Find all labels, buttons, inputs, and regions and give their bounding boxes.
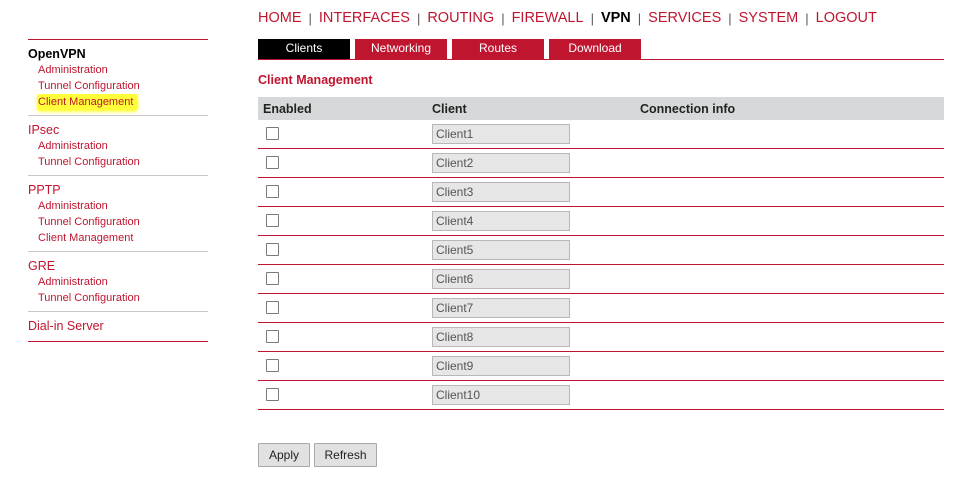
client-name-field[interactable] xyxy=(432,211,570,231)
sidebar-title-openvpn[interactable]: OpenVPN xyxy=(28,46,208,62)
sidebar-item-label: Administration xyxy=(38,200,108,212)
sidebar-item-client-management[interactable]: Client Management xyxy=(28,94,208,110)
sidebar-item-label: Client Management xyxy=(38,232,134,244)
refresh-button[interactable]: Refresh xyxy=(314,443,377,467)
sidebar-title-dial-in-server[interactable]: Dial-in Server xyxy=(28,318,208,334)
tab-clients[interactable]: Clients xyxy=(258,39,350,59)
enabled-checkbox[interactable] xyxy=(266,127,279,140)
column-header-enabled: Enabled xyxy=(263,101,312,116)
sidebar-item-administration[interactable]: Administration xyxy=(28,274,208,290)
enabled-checkbox[interactable] xyxy=(266,272,279,285)
sidebar-group-gre: GRE Administration Tunnel Configuration xyxy=(28,252,208,312)
tab-routes[interactable]: Routes xyxy=(452,39,544,59)
sidebar: OpenVPN Administration Tunnel Configuratio… xyxy=(28,39,208,342)
table-row xyxy=(258,265,944,294)
table-row xyxy=(258,120,944,149)
nav-separator: | xyxy=(728,10,732,26)
sidebar-group-dial-in-server: Dial-in Server xyxy=(28,312,208,342)
sidebar-group-ipsec: IPsec Administration Tunnel Configuration xyxy=(28,116,208,176)
client-name-field[interactable] xyxy=(432,269,570,289)
table-row xyxy=(258,207,944,236)
column-header-connection-info: Connection info xyxy=(640,101,736,116)
sidebar-item-tunnel-configuration[interactable]: Tunnel Configuration xyxy=(28,290,208,306)
sidebar-item-label: Client Management xyxy=(37,94,139,110)
client-name-field[interactable] xyxy=(432,385,570,405)
nav-separator: | xyxy=(590,10,594,26)
nav-link-logout[interactable]: LOGOUT xyxy=(816,10,877,26)
sidebar-title-gre[interactable]: GRE xyxy=(28,258,208,274)
sidebar-item-tunnel-configuration[interactable]: Tunnel Configuration xyxy=(28,214,208,230)
enabled-checkbox[interactable] xyxy=(266,156,279,169)
sidebar-item-label: Tunnel Configuration xyxy=(38,216,140,228)
nav-separator: | xyxy=(501,10,505,26)
sidebar-item-administration[interactable]: Administration xyxy=(28,198,208,214)
column-header-client: Client xyxy=(432,101,467,116)
nav-separator: | xyxy=(416,10,421,26)
client-table: Enabled Client Connection info xyxy=(258,97,944,410)
client-name-field[interactable] xyxy=(432,327,570,347)
client-name-field[interactable] xyxy=(432,153,570,173)
client-name-field[interactable] xyxy=(432,182,570,202)
table-header: Enabled Client Connection info xyxy=(258,97,944,120)
nav-link-services[interactable]: SERVICES xyxy=(648,10,721,26)
apply-button[interactable]: Apply xyxy=(258,443,310,467)
table-row xyxy=(258,178,944,207)
enabled-checkbox[interactable] xyxy=(266,330,279,343)
top-navigation: HOME | INTERFACES | ROUTING | FIREWALL | VPN | SER… xyxy=(258,8,877,28)
enabled-checkbox[interactable] xyxy=(266,185,279,198)
client-name-field[interactable] xyxy=(432,240,570,260)
section-title: Client Management xyxy=(258,73,373,87)
nav-link-vpn[interactable]: VPN xyxy=(601,10,631,26)
nav-link-routing[interactable]: ROUTING xyxy=(427,10,494,26)
table-row xyxy=(258,323,944,352)
sidebar-title-pptp[interactable]: PPTP xyxy=(28,182,208,198)
nav-separator: | xyxy=(805,10,809,26)
enabled-checkbox[interactable] xyxy=(266,243,279,256)
sidebar-item-client-management[interactable]: Client Management xyxy=(28,230,208,246)
sidebar-item-label: Administration xyxy=(38,140,108,152)
sidebar-item-administration[interactable]: Administration xyxy=(28,62,208,78)
enabled-checkbox[interactable] xyxy=(266,359,279,372)
enabled-checkbox[interactable] xyxy=(266,214,279,227)
table-row xyxy=(258,294,944,323)
sidebar-item-administration[interactable]: Administration xyxy=(28,138,208,154)
table-row xyxy=(258,236,944,265)
sidebar-item-tunnel-configuration[interactable]: Tunnel Configuration xyxy=(28,78,208,94)
client-name-field[interactable] xyxy=(432,356,570,376)
tab-download[interactable]: Download xyxy=(549,39,641,59)
sidebar-item-label: Administration xyxy=(38,64,108,76)
nav-link-home[interactable]: HOME xyxy=(258,10,302,26)
sidebar-title-ipsec[interactable]: IPsec xyxy=(28,122,208,138)
table-row xyxy=(258,149,944,178)
client-name-field[interactable] xyxy=(432,298,570,318)
sidebar-item-label: Tunnel Configuration xyxy=(38,80,140,92)
tab-bar: Clients Networking Routes Download xyxy=(258,39,944,60)
nav-link-interfaces[interactable]: INTERFACES xyxy=(319,10,410,26)
nav-link-firewall[interactable]: FIREWALL xyxy=(512,10,584,26)
client-name-field[interactable] xyxy=(432,124,570,144)
table-row xyxy=(258,381,944,410)
table-row xyxy=(258,352,944,381)
sidebar-item-label: Tunnel Configuration xyxy=(38,156,140,168)
nav-separator: | xyxy=(637,10,642,26)
tab-networking[interactable]: Networking xyxy=(355,39,447,59)
enabled-checkbox[interactable] xyxy=(266,301,279,314)
sidebar-item-label: Administration xyxy=(38,276,108,288)
sidebar-group-pptp: PPTP Administration Tunnel Configuration Cl… xyxy=(28,176,208,252)
nav-link-system[interactable]: SYSTEM xyxy=(739,10,799,26)
sidebar-item-label: Tunnel Configuration xyxy=(38,292,140,304)
sidebar-group-openvpn: OpenVPN Administration Tunnel Configuratio… xyxy=(28,40,208,116)
nav-separator: | xyxy=(308,10,312,26)
sidebar-item-tunnel-configuration[interactable]: Tunnel Configuration xyxy=(28,154,208,170)
enabled-checkbox[interactable] xyxy=(266,388,279,401)
